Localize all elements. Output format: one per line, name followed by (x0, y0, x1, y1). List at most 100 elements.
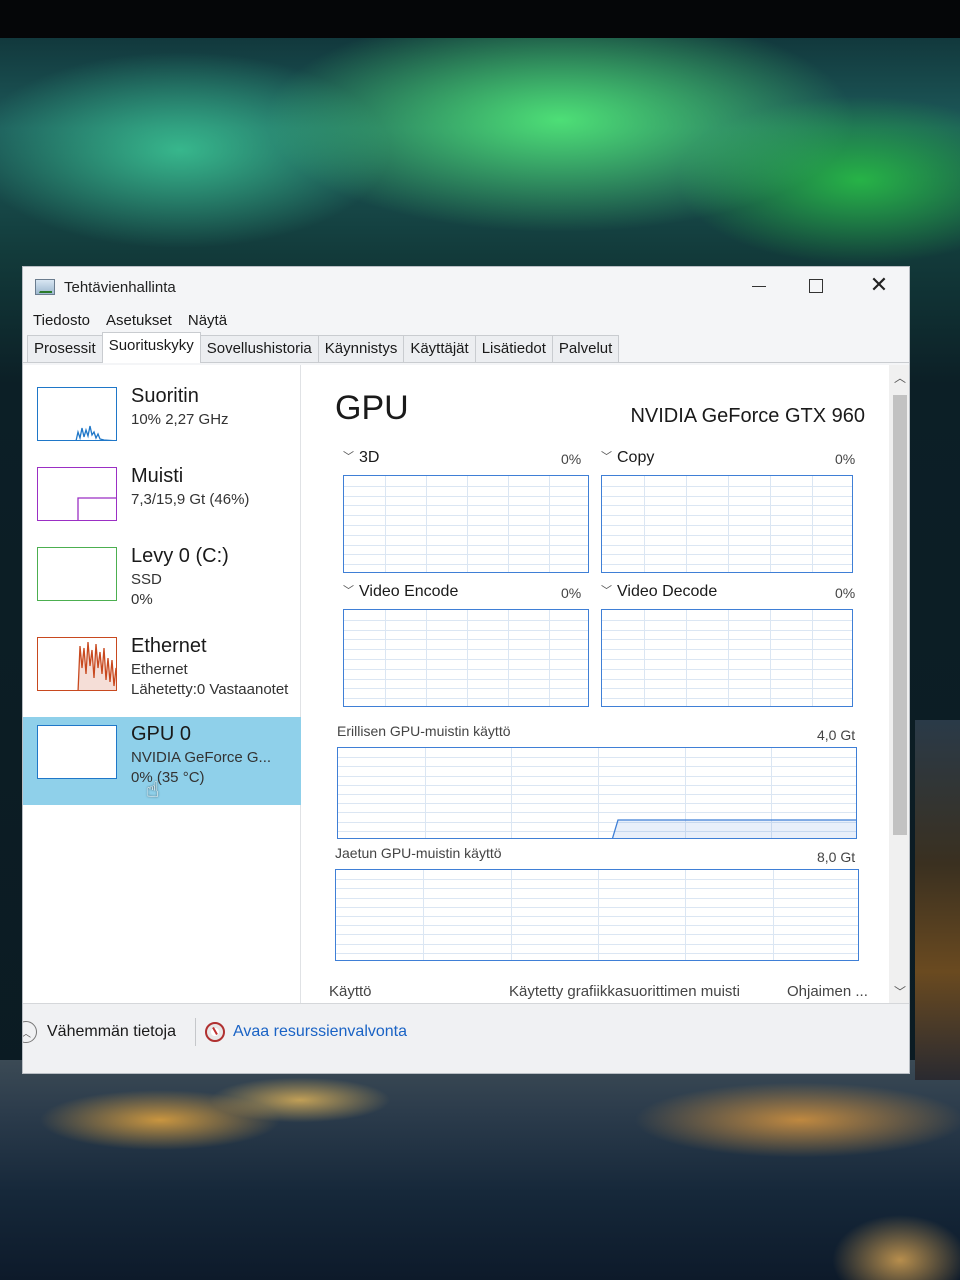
gpu-graph-icon (37, 725, 117, 779)
chevron-down-icon: ﹀ (343, 585, 354, 597)
sidebar-item-title: Suoritin (131, 385, 199, 407)
chevron-down-icon: ﹀ (601, 451, 612, 463)
sidebar-item-detail: 10% 2,27 GHz (131, 411, 229, 428)
sidebar-item-usage: 0% (131, 591, 153, 608)
window-title: Tehtävienhallinta (64, 278, 176, 296)
chevron-up-circle-icon: ︿ (23, 1021, 37, 1043)
graph-grid (344, 476, 588, 572)
task-manager-icon (35, 279, 55, 295)
shared-memory-max: 8,0 Gt (817, 849, 856, 865)
menu-bar: Tiedosto Asetukset Näytä (23, 307, 909, 333)
performance-sidebar: Suoritin 10% 2,27 GHz Muisti 7,3/15,9 Gt… (23, 365, 301, 1003)
sidebar-item-cpu[interactable]: Suoritin 10% 2,27 GHz (23, 379, 301, 467)
engine-selector-video-decode[interactable]: ﹀ Video Decode (601, 583, 717, 601)
sidebar-item-throughput: Lähetetty:0 Vastaanotet (131, 681, 289, 698)
engine-label: Copy (617, 449, 655, 466)
graph-copy (601, 475, 853, 573)
graph-3d (343, 475, 589, 573)
minimize-icon (752, 285, 766, 287)
gpu-detail-panel: GPU NVIDIA GeForce GTX 960 ﹀ 3D 0% ﹀ Copy … (313, 365, 893, 1003)
engine-selector-copy[interactable]: ﹀ Copy (601, 449, 654, 467)
monitor-bezel (0, 0, 960, 38)
graph-grid (602, 476, 852, 572)
gpu-model-name: NVIDIA GeForce GTX 960 (630, 405, 865, 427)
sidebar-item-detail: SSD (131, 571, 162, 588)
stat-dedicated-memory-label: Käytetty grafiikkasuorittimen muisti (509, 983, 740, 1000)
engine-label: Video Encode (359, 583, 459, 600)
graph-video-encode (343, 609, 589, 707)
dedicated-memory-label: Erillisen GPU-muistin käyttö (337, 723, 511, 739)
graph-grid (344, 610, 588, 706)
sidebar-item-disk[interactable]: Levy 0 (C:) SSD 0% (23, 539, 301, 627)
sidebar-item-ethernet[interactable]: Ethernet Ethernet Lähetetty:0 Vastaanote… (23, 629, 301, 717)
engine-value: 0% (561, 451, 582, 467)
wallpaper-city-right (915, 720, 960, 1080)
maximize-icon (809, 279, 823, 293)
chevron-down-icon: ﹀ (343, 451, 354, 463)
close-button[interactable]: ✕ (853, 271, 905, 301)
sidebar-item-detail: Ethernet (131, 661, 188, 678)
engine-value: 0% (835, 585, 856, 601)
graph-grid (336, 870, 858, 960)
scroll-up-icon[interactable]: ︿ (889, 365, 909, 389)
engine-label: Video Decode (617, 583, 718, 600)
shared-memory-label: Jaetun GPU-muistin käyttö (335, 845, 502, 861)
sidebar-item-title: Ethernet (131, 635, 207, 657)
sidebar-item-gpu[interactable]: GPU 0 NVIDIA GeForce G... 0% (35 °C) (23, 717, 301, 805)
tab-processes[interactable]: Prosessit (27, 335, 103, 362)
title-bar[interactable]: Tehtävienhallinta ✕ (23, 267, 909, 307)
engine-selector-3d[interactable]: ﹀ 3D (343, 449, 379, 467)
footer-bar: ︿ Vähemmän tietoja Avaa resurssienvalvon… (23, 1003, 909, 1073)
open-resource-monitor-link[interactable]: Avaa resurssienvalvonta (205, 1014, 407, 1050)
resource-monitor-icon (205, 1022, 225, 1042)
graph-video-decode (601, 609, 853, 707)
wallpaper-city-lights (0, 1060, 960, 1280)
performance-content: Suoritin 10% 2,27 GHz Muisti 7,3/15,9 Gt… (23, 365, 909, 1003)
footer-divider (195, 1018, 196, 1046)
menu-view[interactable]: Näytä (188, 312, 243, 329)
dedicated-memory-max: 4,0 Gt (817, 727, 856, 743)
fewer-details-button[interactable]: ︿ Vähemmän tietoja (23, 1014, 176, 1050)
hand-cursor-icon: ☝ (146, 778, 160, 803)
memory-graph-icon (37, 467, 117, 521)
engine-value: 0% (835, 451, 856, 467)
tab-users[interactable]: Käyttäjät (403, 335, 476, 362)
engine-label: 3D (359, 449, 380, 466)
resource-monitor-label: Avaa resurssienvalvonta (233, 1023, 408, 1040)
network-graph-icon (37, 637, 117, 691)
sidebar-item-usage: 0% (35 °C) (131, 769, 205, 786)
tab-app-history[interactable]: Sovellushistoria (199, 335, 319, 362)
tab-services[interactable]: Palvelut (551, 335, 620, 362)
menu-options[interactable]: Asetukset (106, 312, 188, 329)
sidebar-item-memory[interactable]: Muisti 7,3/15,9 Gt (46%) (23, 459, 301, 547)
disk-graph-icon (37, 547, 117, 601)
scroll-thumb[interactable] (893, 395, 907, 835)
task-manager-window: Tehtävienhallinta ✕ Tiedosto Asetukset N… (22, 266, 910, 1074)
menu-file[interactable]: Tiedosto (33, 312, 106, 329)
sidebar-item-detail: NVIDIA GeForce G... (131, 749, 272, 766)
tab-startup[interactable]: Käynnistys (317, 335, 405, 362)
fewer-details-label: Vähemmän tietoja (47, 1023, 176, 1040)
minimize-button[interactable] (733, 271, 785, 301)
dedicated-memory-usage-line (611, 819, 856, 838)
scroll-down-icon[interactable]: ﹀ (889, 979, 909, 1003)
tab-details[interactable]: Lisätiedot (474, 335, 553, 362)
tab-performance[interactable]: Suorituskyky (101, 332, 201, 363)
engine-selector-video-encode[interactable]: ﹀ Video Encode (343, 583, 458, 601)
chevron-down-icon: ﹀ (601, 585, 612, 597)
tab-bar: Prosessit Suorituskyky Sovellushistoria … (23, 332, 909, 363)
sidebar-item-detail: 7,3/15,9 Gt (46%) (131, 491, 250, 508)
maximize-button[interactable] (790, 271, 842, 301)
sidebar-item-title: Levy 0 (C:) (131, 545, 229, 567)
close-icon: ✕ (869, 273, 889, 298)
graph-grid (602, 610, 852, 706)
vertical-scrollbar[interactable]: ︿ ﹀ (889, 365, 909, 1003)
graph-dedicated-memory (337, 747, 857, 839)
stat-driver-label: Ohjaimen ... (787, 983, 868, 1000)
sidebar-item-title: GPU 0 (131, 723, 192, 745)
sidebar-item-title: Muisti (131, 465, 184, 487)
graph-shared-memory (335, 869, 859, 961)
engine-value: 0% (561, 585, 582, 601)
cpu-graph-icon (37, 387, 117, 441)
page-title: GPU (335, 389, 409, 427)
